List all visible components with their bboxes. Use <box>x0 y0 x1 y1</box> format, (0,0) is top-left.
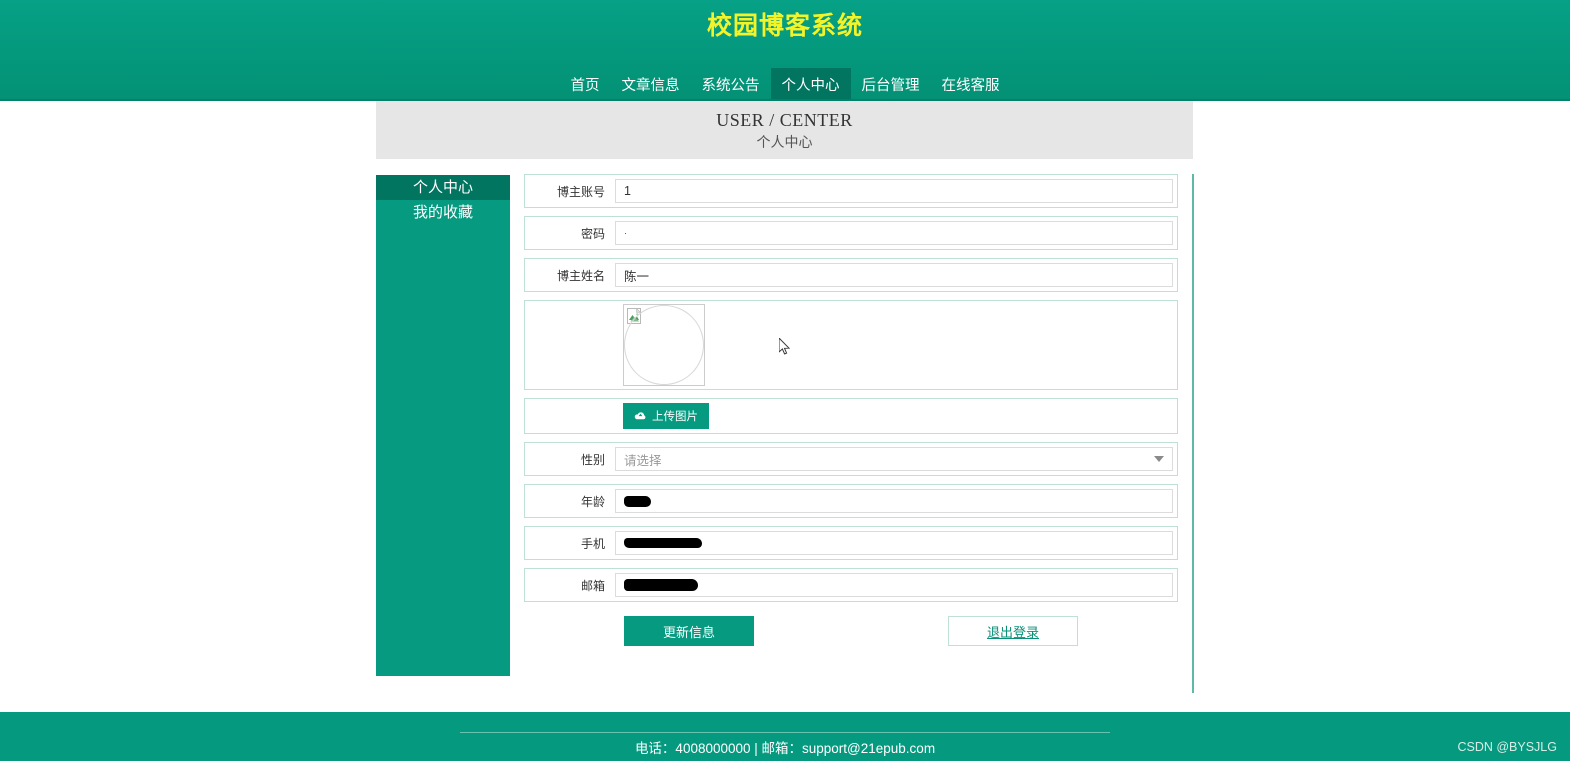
chevron-down-icon <box>1154 456 1164 462</box>
input-age[interactable] <box>615 489 1173 513</box>
field-row-phone: 手机 <box>524 526 1178 560</box>
label-gender: 性别 <box>580 452 605 467</box>
site-header: 校园博客系统 首页 文章信息 系统公告 个人中心 后台管理 在线客服 <box>0 0 1570 100</box>
nav-item-announcements[interactable]: 系统公告 <box>691 68 771 100</box>
label-phone: 手机 <box>580 536 605 551</box>
label-age: 年龄 <box>580 494 605 509</box>
sidebar: 个人中心 我的收藏 <box>376 175 510 676</box>
nav-item-customer-service[interactable]: 在线客服 <box>931 68 1011 100</box>
field-row-gender: 性别 请选择 <box>524 442 1178 476</box>
field-row-blogger-name: 博主姓名 陈一 <box>524 258 1178 292</box>
input-email[interactable] <box>615 573 1173 597</box>
logout-button[interactable]: 退出登录 <box>948 616 1078 646</box>
page-title-en: USER / CENTER <box>716 109 853 130</box>
watermark: CSDN @BYSJLG <box>1457 740 1557 754</box>
footer-divider <box>460 732 1110 733</box>
input-blogger-name[interactable]: 陈一 <box>615 263 1173 287</box>
avatar-preview-row <box>524 300 1178 390</box>
page-title-cn: 个人中心 <box>756 133 813 150</box>
field-row-email: 邮箱 <box>524 568 1178 602</box>
select-gender[interactable]: 请选择 <box>615 447 1173 471</box>
content-right-rule <box>1192 174 1194 693</box>
nav-item-articles[interactable]: 文章信息 <box>611 68 691 100</box>
label-blogger-name: 博主姓名 <box>556 268 605 283</box>
label-password: 密码 <box>580 226 605 241</box>
nav-item-user-center[interactable]: 个人中心 <box>770 68 851 100</box>
sidebar-item-user-center[interactable]: 个人中心 <box>376 175 510 200</box>
field-row-password: 密码 · <box>524 216 1178 250</box>
main-navigation: 首页 文章信息 系统公告 个人中心 后台管理 在线客服 <box>0 68 1570 100</box>
cloud-upload-icon <box>634 412 646 420</box>
label-email: 邮箱 <box>580 578 605 593</box>
nav-item-admin[interactable]: 后台管理 <box>851 68 931 100</box>
site-title: 校园博客系统 <box>706 12 863 40</box>
select-gender-value: 请选择 <box>624 453 662 468</box>
field-row-age: 年龄 <box>524 484 1178 518</box>
page-root: 校园博客系统 首页 文章信息 系统公告 个人中心 后台管理 在线客服 USER … <box>0 0 1570 761</box>
input-account[interactable]: 1 <box>615 179 1173 203</box>
profile-form: 博主账号 1 密码 · 博主姓名 陈一 上传图片 性别 请选择 年龄 手机 邮箱… <box>524 174 1178 646</box>
redacted-email-value <box>624 579 698 591</box>
form-actions: 更新信息 退出登录 <box>524 616 1178 646</box>
update-info-button[interactable]: 更新信息 <box>624 616 754 646</box>
footer-contact: 电话：4008000000 | 邮箱：support@21epub.com <box>634 741 936 756</box>
input-password[interactable]: · <box>615 221 1173 245</box>
upload-image-button[interactable]: 上传图片 <box>623 403 709 429</box>
field-row-account: 博主账号 1 <box>524 174 1178 208</box>
upload-image-label: 上传图片 <box>652 411 698 423</box>
input-phone[interactable] <box>615 531 1173 555</box>
site-footer: 电话：4008000000 | 邮箱：support@21epub.com <box>0 712 1570 761</box>
avatar-circle-outline <box>624 305 704 385</box>
avatar-image-slot[interactable] <box>623 304 705 386</box>
nav-item-home[interactable]: 首页 <box>560 68 611 100</box>
label-account: 博主账号 <box>556 184 605 199</box>
redacted-age-value <box>624 495 651 507</box>
upload-row: 上传图片 <box>524 398 1178 434</box>
sidebar-item-my-favorites[interactable]: 我的收藏 <box>376 200 510 225</box>
redacted-phone-value <box>624 538 702 548</box>
page-banner: USER / CENTER 个人中心 <box>376 101 1193 159</box>
